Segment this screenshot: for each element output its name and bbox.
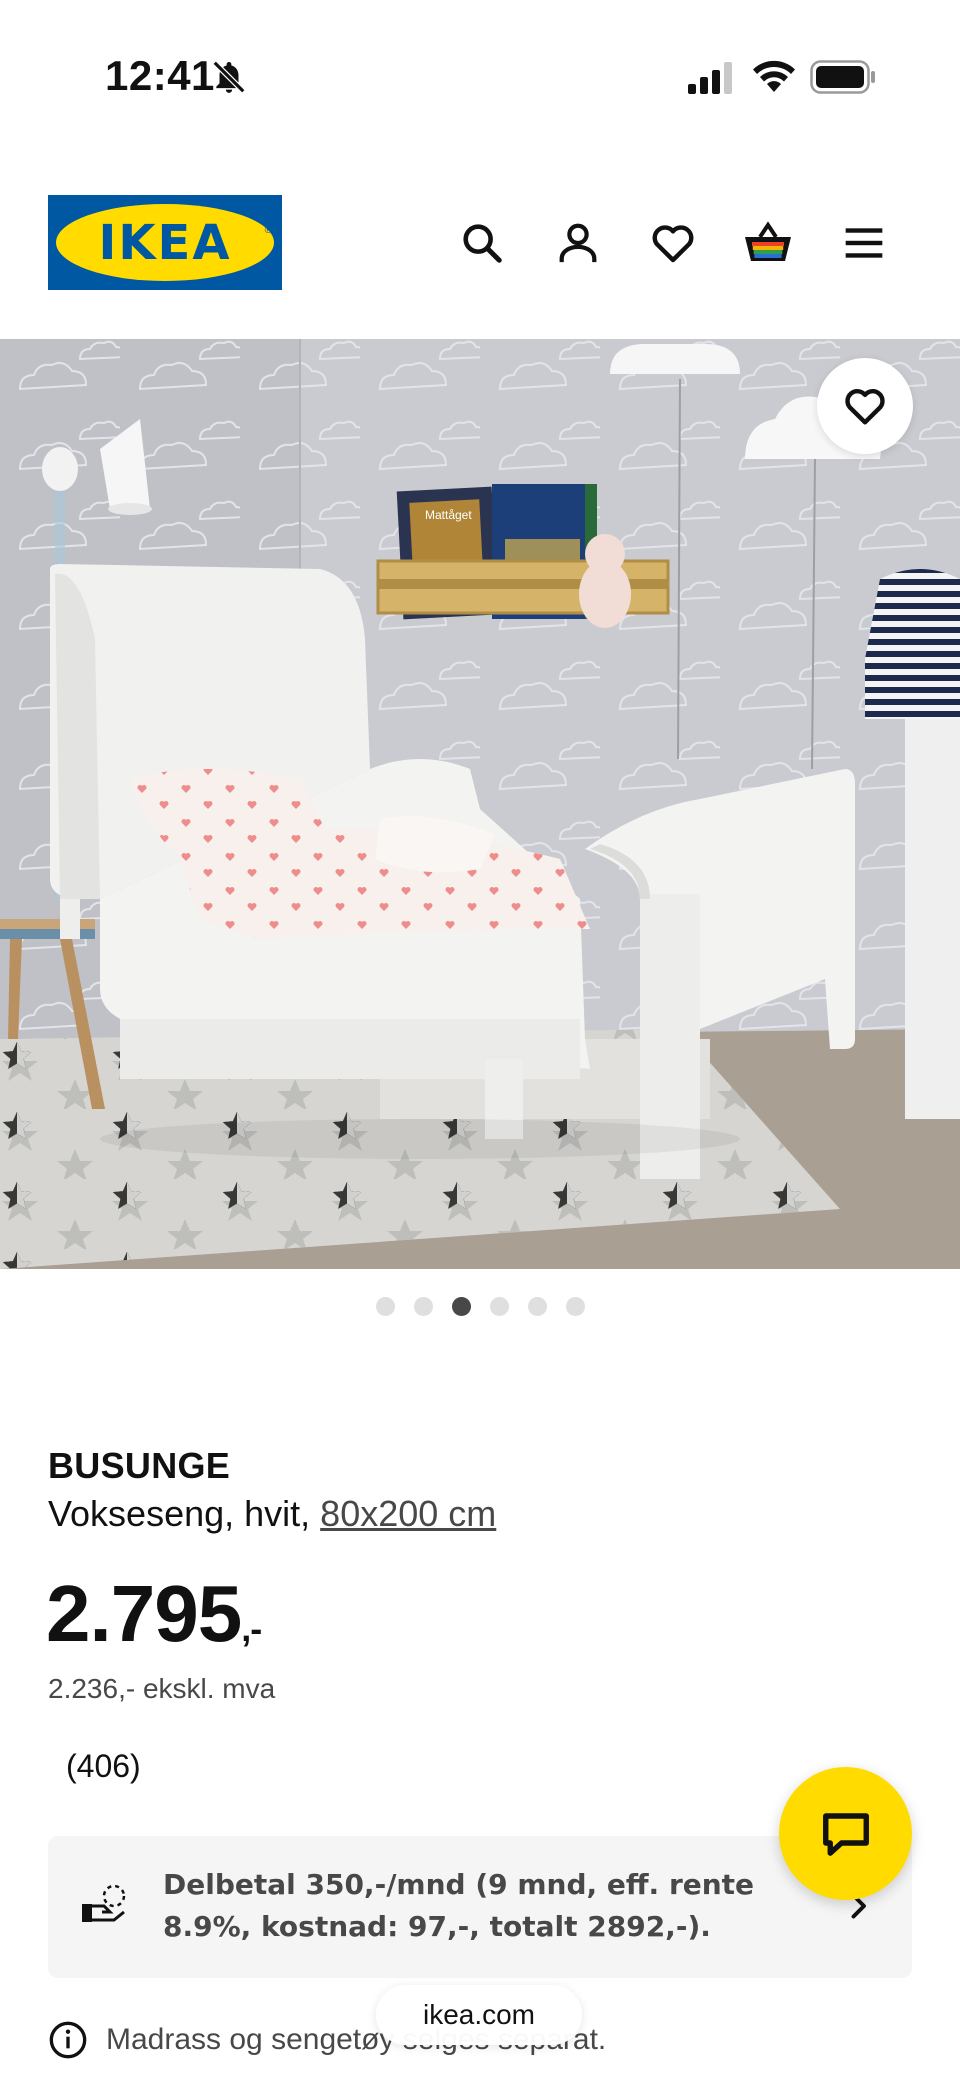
payment-hand-icon — [82, 1884, 126, 1922]
product-name: BUSUNGE — [48, 1445, 231, 1486]
logo-registered-mark: ® — [264, 225, 272, 236]
menu-button[interactable] — [836, 215, 892, 271]
chat-button[interactable] — [779, 1767, 912, 1900]
account-icon — [559, 223, 597, 263]
carousel-dot[interactable] — [527, 1297, 547, 1316]
image-carousel-dots — [0, 1297, 960, 1316]
rating-count: (406) — [66, 1748, 141, 1784]
basket-button[interactable] — [740, 215, 796, 271]
carousel-dot[interactable] — [451, 1297, 471, 1316]
price-excl-vat: 2.236,- ekskl. mva — [48, 1673, 276, 1704]
carousel-dot[interactable] — [413, 1297, 433, 1316]
financing-text: Delbetal 350,-/mnd (9 mnd, eff. rente 8.… — [163, 1868, 755, 1943]
chat-icon — [822, 1812, 869, 1856]
bell-off-icon — [212, 60, 246, 94]
status-bar: 12:41 — [0, 0, 960, 150]
product-price: 2.795,- — [46, 1568, 262, 1660]
ikea-logo[interactable]: IKEA ® — [48, 195, 282, 290]
price-suffix: ,- — [241, 1608, 262, 1649]
account-button[interactable] — [550, 215, 606, 271]
battery-icon — [810, 60, 875, 94]
search-icon — [463, 224, 502, 263]
carousel-dot[interactable] — [565, 1297, 585, 1316]
signal-icon — [688, 62, 732, 94]
heart-icon — [652, 225, 694, 263]
browser-url-bar[interactable]: ikea.com — [376, 1985, 582, 2045]
heart-icon — [845, 389, 885, 425]
bed-illustration: Mattåget — [0, 339, 960, 1269]
product-rating[interactable]: (406) — [48, 1748, 141, 1785]
info-icon — [49, 2021, 87, 2059]
carousel-dot[interactable] — [375, 1297, 395, 1316]
product-type: Vokseseng, hvit, — [48, 1493, 321, 1534]
site-header: IKEA ® — [0, 195, 960, 295]
product-description: Vokseseng, hvit, 80x200 cm — [48, 1493, 496, 1535]
wifi-icon — [753, 60, 795, 92]
basket-icon — [745, 221, 791, 261]
favourites-button[interactable] — [645, 215, 701, 271]
menu-icon — [845, 228, 883, 258]
size-link[interactable]: 80x200 cm — [320, 1493, 496, 1534]
logo-text: IKEA — [98, 214, 232, 271]
status-time: 12:41 — [105, 52, 215, 99]
financing-banner[interactable]: Delbetal 350,-/mnd (9 mnd, eff. rente 8.… — [48, 1836, 912, 1978]
add-to-favourites-button[interactable] — [817, 358, 913, 454]
product-image[interactable]: Mattåget — [0, 339, 960, 1269]
search-button[interactable] — [454, 215, 510, 271]
carousel-dot[interactable] — [489, 1297, 509, 1316]
price-main: 2.795 — [46, 1569, 242, 1658]
book-title: Mattåget — [425, 508, 472, 522]
